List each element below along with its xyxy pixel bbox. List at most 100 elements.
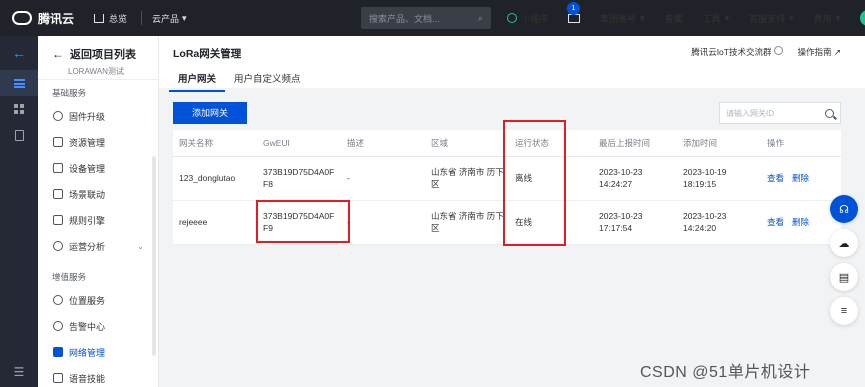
floating-toolbar: ☊ ☁ ▤ ≡	[830, 195, 860, 331]
billing-menu[interactable]: 费用 ▾	[804, 0, 851, 36]
sidebar-item-label: 固件升级	[69, 111, 106, 122]
view-link[interactable]: 查看	[767, 217, 784, 227]
divider	[141, 11, 143, 25]
brand-name: 腾讯云	[38, 11, 75, 26]
toolbar: 添加网关	[173, 102, 247, 124]
external-link-icon: ↗	[833, 47, 841, 57]
guide-link[interactable]: 操作指南 ↗	[797, 46, 841, 58]
gateway-search-input[interactable]: 请输入网关ID	[719, 102, 841, 124]
back-to-projects-link[interactable]: ← 返回项目列表	[52, 46, 158, 62]
location-icon	[53, 295, 63, 305]
sidebar-item-label: 场景联动	[69, 189, 106, 200]
project-name: LORAWAN测试	[68, 67, 124, 76]
group-title-value-added: 增值服务	[52, 272, 87, 282]
group-title-basic: 基础服务	[52, 88, 87, 98]
headset-icon[interactable]: ☊	[830, 195, 858, 223]
filing-link[interactable]: 备案	[655, 0, 693, 36]
search-icon[interactable]	[825, 108, 834, 118]
sidebar-item-label: 位置服务	[69, 295, 106, 306]
mini-program-link[interactable]: 小程序	[497, 0, 558, 36]
gateway-region: 山东省 济南市 历下 区	[425, 156, 509, 201]
chat-icon	[774, 46, 784, 55]
sidebar-item-label: 语音技能	[69, 373, 106, 384]
column-header: 最后上报时间	[593, 130, 677, 157]
home-icon	[94, 13, 104, 23]
sidebar-item-label: 告警中心	[69, 321, 106, 332]
column-header: 操作	[761, 130, 841, 157]
sidebar-item-location[interactable]: 位置服务	[38, 287, 158, 313]
community-link[interactable]: 腾讯云IoT技术交流群	[691, 46, 784, 58]
sidebar-item-scene[interactable]: 场景联动	[38, 181, 158, 207]
firmware-icon	[53, 111, 63, 121]
tools-label: 工具	[702, 13, 721, 24]
gateway-gweui: 373B19D75D4A0F F8	[257, 156, 341, 201]
rail-doc-button[interactable]	[0, 122, 38, 148]
column-header: 描述	[341, 130, 425, 157]
sidebar-item-label: 规则引擎	[69, 215, 106, 226]
view-link[interactable]: 查看	[767, 173, 784, 183]
sidebar-item-rule[interactable]: 规则引擎	[38, 207, 158, 233]
tools-menu[interactable]: 工具 ▾	[693, 0, 740, 36]
gateway-last-report: 2023-10-23 14:24:27	[593, 156, 677, 201]
billing-label: 费用	[813, 13, 832, 24]
avatar: 1	[860, 10, 865, 26]
column-header: 添加时间	[677, 130, 761, 157]
scene-icon	[53, 189, 63, 199]
rail-menu-button[interactable]	[0, 70, 38, 96]
chevron-down-icon: ▾	[789, 12, 794, 23]
chevron-down-icon: ▾	[640, 12, 645, 23]
document-icon	[14, 129, 24, 141]
sidebar-item-network[interactable]: 网络管理	[38, 339, 158, 365]
home-link[interactable]: 总览	[94, 12, 127, 25]
global-search-placeholder: 搜索产品、文档...	[369, 13, 440, 24]
sidebar-item-label: 运营分析	[69, 241, 106, 252]
sidebar-item-label: 网络管理	[69, 347, 106, 358]
cloud-icon[interactable]: ☁	[830, 229, 858, 257]
support-menu[interactable]: 客服支持 ▾	[739, 0, 804, 36]
group-account-menu[interactable]: 集团账号 ▾	[590, 0, 655, 36]
grid-icon	[14, 104, 24, 114]
delete-link[interactable]: 删除	[792, 173, 809, 183]
brand[interactable]: 腾讯云	[0, 10, 86, 27]
products-menu[interactable]: 云产品 ▾	[152, 12, 187, 25]
left-rail: ← ☰	[0, 36, 38, 387]
back-arrow-icon[interactable]: ←	[0, 36, 38, 70]
support-label: 客服支持	[749, 13, 786, 24]
delete-link[interactable]: 删除	[792, 217, 809, 227]
sidebar-item-resource[interactable]: 资源管理	[38, 129, 158, 155]
sidebar-scrollbar[interactable]	[152, 156, 156, 356]
user-menu[interactable]: 1 ▾	[850, 0, 865, 36]
sidebar-item-firmware[interactable]: 固件升级	[38, 103, 158, 129]
gateway-added-time: 2023-10-19 18:19:15	[677, 156, 761, 201]
collapse-menu-icon[interactable]: ☰	[0, 365, 38, 379]
network-icon	[53, 347, 63, 357]
rail-grid-button[interactable]	[0, 96, 38, 122]
global-search-input[interactable]: 搜索产品、文档... ⌕	[361, 7, 491, 29]
gateway-search-placeholder: 请输入网关ID	[726, 108, 774, 118]
filing-label: 备案	[664, 13, 683, 24]
mini-program-label: 小程序	[521, 13, 549, 24]
column-header: 网关名称	[173, 130, 257, 157]
search-icon: ⌕	[477, 12, 483, 23]
gateway-name: 123_donglutao	[173, 156, 257, 201]
group-account-label: 集团账号	[600, 13, 637, 24]
add-gateway-button[interactable]: 添加网关	[173, 102, 247, 124]
menu-icon[interactable]: ≡	[830, 297, 858, 325]
watermark: CSDN @51单片机设计	[640, 364, 811, 381]
gateway-desc: -	[341, 200, 425, 245]
book-icon[interactable]: ▤	[830, 263, 858, 291]
sidebar: ← 返回项目列表 LORAWAN测试 基础服务 固件升级 资源管理 设备管理 场…	[38, 36, 159, 387]
sidebar-item-device[interactable]: 设备管理	[38, 155, 158, 181]
resource-icon	[53, 137, 63, 147]
main-header: LoRa网关管理 腾讯云IoT技术交流群 操作指南 ↗ 用户网关 用户自定义频点	[159, 36, 865, 92]
mini-program-icon	[507, 13, 517, 23]
device-icon	[53, 163, 63, 173]
sidebar-item-analysis[interactable]: 运营分析 ⌄	[38, 233, 158, 259]
analysis-icon	[53, 241, 63, 251]
sidebar-item-label: 设备管理	[69, 163, 106, 174]
sidebar-item-label: 资源管理	[69, 137, 106, 148]
sidebar-item-alarm[interactable]: 告警中心	[38, 313, 158, 339]
column-header: GwEUI	[257, 130, 341, 157]
community-label: 腾讯云IoT技术交流群	[691, 47, 772, 57]
sidebar-item-voice[interactable]: 语音技能	[38, 365, 158, 387]
